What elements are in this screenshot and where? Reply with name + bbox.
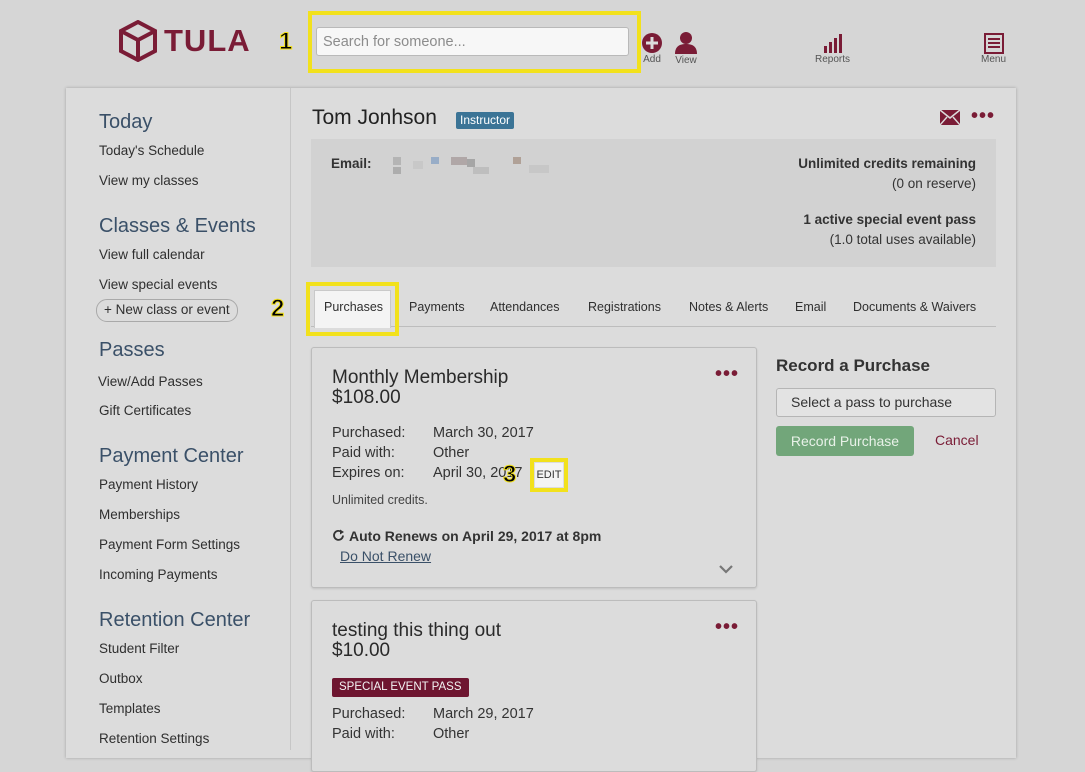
do-not-renew-link[interactable]: Do Not Renew <box>340 548 431 564</box>
user-icon <box>675 32 697 54</box>
tula-logo-icon <box>119 20 157 62</box>
sidebar-item-retention-settings[interactable]: Retention Settings <box>99 731 209 746</box>
callout-1: 1 <box>278 28 293 56</box>
chevron-down-icon[interactable] <box>719 561 733 579</box>
tab-payments[interactable]: Payments <box>409 300 465 314</box>
sidebar-item-todays-schedule[interactable]: Today's Schedule <box>99 143 204 158</box>
sidebar-item-outbox[interactable]: Outbox <box>99 671 143 686</box>
add-circle-icon <box>642 33 662 53</box>
auto-renew-text: Auto Renews on April 29, 2017 at 8pm <box>349 528 602 544</box>
record-purchase-button[interactable]: Record Purchase <box>776 426 914 456</box>
sidebar-item-view-add-passes[interactable]: View/Add Passes <box>98 374 203 389</box>
tab-attendances[interactable]: Attendances <box>490 300 560 314</box>
sidebar-item-payment-form-settings[interactable]: Payment Form Settings <box>99 537 240 552</box>
tab-documents-waivers[interactable]: Documents & Waivers <box>853 300 976 314</box>
paid-with-value: Other <box>433 445 470 461</box>
add-label: Add <box>643 54 661 65</box>
purchase-note: Unlimited credits. <box>332 493 428 507</box>
menu-label: Menu <box>981 54 1007 65</box>
sidebar-item-memberships[interactable]: Memberships <box>99 507 180 522</box>
bar-chart-icon <box>823 34 842 53</box>
tab-notes-alerts[interactable]: Notes & Alerts <box>689 300 768 314</box>
paid-with-value: Other <box>433 726 470 742</box>
callout-3: 3 <box>502 461 517 489</box>
sidebar-item-incoming-payments[interactable]: Incoming Payments <box>99 567 218 582</box>
email-label: Email: <box>331 156 372 171</box>
sidebar-heading-classes-events[interactable]: Classes & Events <box>99 215 256 238</box>
tabs-divider <box>311 326 996 327</box>
paid-with-label: Paid with: <box>332 445 395 461</box>
brand-name: TULA <box>164 23 251 58</box>
search-input[interactable] <box>316 27 629 56</box>
paid-with-label: Paid with: <box>332 726 395 742</box>
view-label: View <box>675 55 697 66</box>
reports-button[interactable]: Reports <box>815 32 850 65</box>
sidebar-item-payment-history[interactable]: Payment History <box>99 477 198 492</box>
sidebar-item-student-filter[interactable]: Student Filter <box>99 641 179 656</box>
purchase-price: $108.00 <box>332 387 401 408</box>
sidebar-heading-payment-center[interactable]: Payment Center <box>99 445 244 468</box>
view-button[interactable]: View <box>674 31 698 66</box>
edit-expiry-button[interactable]: EDIT <box>535 463 563 487</box>
sidebar-item-gift-certificates[interactable]: Gift Certificates <box>99 403 191 418</box>
purchased-label: Purchased: <box>332 706 406 722</box>
purchase-title: testing this thing out <box>332 620 501 641</box>
purchase-title: Monthly Membership <box>332 367 509 388</box>
profile-more-options-icon[interactable]: ••• <box>971 105 995 128</box>
tab-registrations[interactable]: Registrations <box>588 300 661 314</box>
sidebar-item-view-full-calendar[interactable]: View full calendar <box>99 247 205 262</box>
tab-email[interactable]: Email <box>795 300 826 314</box>
purchased-date: March 29, 2017 <box>433 706 534 722</box>
sidebar-item-view-my-classes[interactable]: View my classes <box>99 173 199 188</box>
purchase-more-options-icon[interactable]: ••• <box>715 363 739 386</box>
sidebar-item-templates[interactable]: Templates <box>99 701 161 716</box>
pass-uses-available: (1.0 total uses available) <box>829 232 976 247</box>
sidebar-heading-today[interactable]: Today <box>99 111 152 134</box>
sidebar-item-view-special-events[interactable]: View special events <box>99 277 217 292</box>
sidebar-heading-retention-center[interactable]: Retention Center <box>99 609 250 632</box>
special-event-pass-badge: SPECIAL EVENT PASS <box>332 678 469 697</box>
menu-button[interactable]: Menu <box>981 32 1006 65</box>
menu-list-icon <box>983 33 1004 54</box>
callout-2: 2 <box>270 295 285 323</box>
pass-select-dropdown[interactable]: Select a pass to purchase <box>776 388 996 417</box>
credits-remaining: Unlimited credits remaining <box>798 156 976 171</box>
purchase-more-options-icon[interactable]: ••• <box>715 616 739 639</box>
purchased-date: March 30, 2017 <box>433 425 534 441</box>
sidebar-heading-passes[interactable]: Passes <box>99 339 165 362</box>
new-class-event-button[interactable]: + New class or event <box>96 299 238 322</box>
renew-refresh-icon <box>332 529 345 547</box>
email-envelope-icon[interactable] <box>939 109 961 130</box>
active-pass-count: 1 active special event pass <box>803 212 976 227</box>
client-name: Tom Jonhson <box>312 106 437 129</box>
cancel-link[interactable]: Cancel <box>935 432 979 448</box>
add-button[interactable]: Add <box>641 32 663 65</box>
reports-label: Reports <box>815 54 851 65</box>
sidebar-divider <box>290 88 291 750</box>
role-badge: Instructor <box>456 112 515 129</box>
tula-logo[interactable]: TULA <box>118 20 251 62</box>
email-value-redacted <box>393 155 553 175</box>
record-purchase-title: Record a Purchase <box>776 356 931 375</box>
tab-purchases[interactable]: Purchases <box>324 300 383 314</box>
credits-on-reserve: (0 on reserve) <box>891 176 976 191</box>
purchase-price: $10.00 <box>332 640 391 661</box>
expires-label: Expires on: <box>332 465 405 481</box>
purchased-label: Purchased: <box>332 425 406 441</box>
